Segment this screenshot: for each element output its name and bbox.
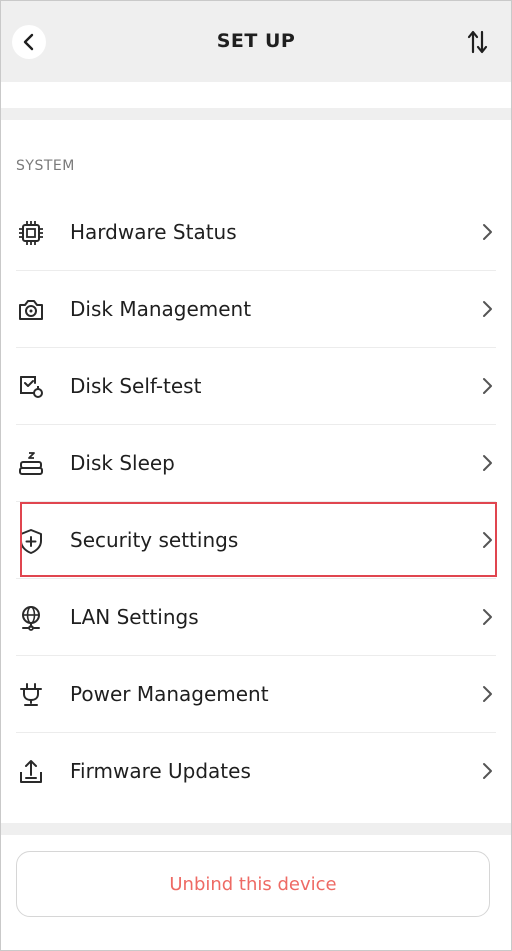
globe-network-icon <box>16 603 46 633</box>
settings-item-disk-sleep[interactable]: Disk Sleep <box>0 425 512 502</box>
section-separator <box>0 823 512 835</box>
cpu-chip-icon <box>16 218 46 248</box>
upload-tray-icon <box>16 757 46 787</box>
settings-item-disk-management[interactable]: Disk Management <box>0 271 512 348</box>
sort-arrows-icon <box>466 29 490 55</box>
settings-item-firmware[interactable]: Firmware Updates <box>0 733 512 810</box>
settings-item-lan[interactable]: LAN Settings <box>0 579 512 656</box>
settings-item-hardware-status[interactable]: Hardware Status <box>0 194 512 271</box>
chevron-right-icon <box>480 607 494 627</box>
section-label-system: SYSTEM <box>16 158 75 174</box>
sort-button[interactable] <box>464 28 492 56</box>
chevron-right-icon <box>480 684 494 704</box>
unbind-device-button[interactable]: Unbind this device <box>16 851 490 917</box>
settings-item-label: Power Management <box>70 682 269 706</box>
settings-item-label: Firmware Updates <box>70 759 251 783</box>
section-separator <box>0 108 512 120</box>
highlight-box <box>20 502 497 577</box>
settings-item-label: Disk Self-test <box>70 374 202 398</box>
settings-item-label: Disk Sleep <box>70 451 175 475</box>
spacer <box>0 82 512 108</box>
top-bar: SET UP <box>0 0 512 82</box>
power-plug-icon <box>16 680 46 710</box>
disk-check-icon <box>16 372 46 402</box>
chevron-right-icon <box>480 761 494 781</box>
settings-item-label: Disk Management <box>70 297 252 321</box>
settings-item-disk-self-test[interactable]: Disk Self-test <box>0 348 512 425</box>
disk-sleep-icon <box>16 449 46 479</box>
disk-camera-icon <box>16 295 46 325</box>
chevron-right-icon <box>480 299 494 319</box>
settings-item-label: Hardware Status <box>70 220 237 244</box>
chevron-right-icon <box>480 222 494 242</box>
chevron-right-icon <box>480 376 494 396</box>
chevron-right-icon <box>480 453 494 473</box>
page-title: SET UP <box>216 30 296 52</box>
settings-item-power[interactable]: Power Management <box>0 656 512 733</box>
settings-item-label: LAN Settings <box>70 605 199 629</box>
